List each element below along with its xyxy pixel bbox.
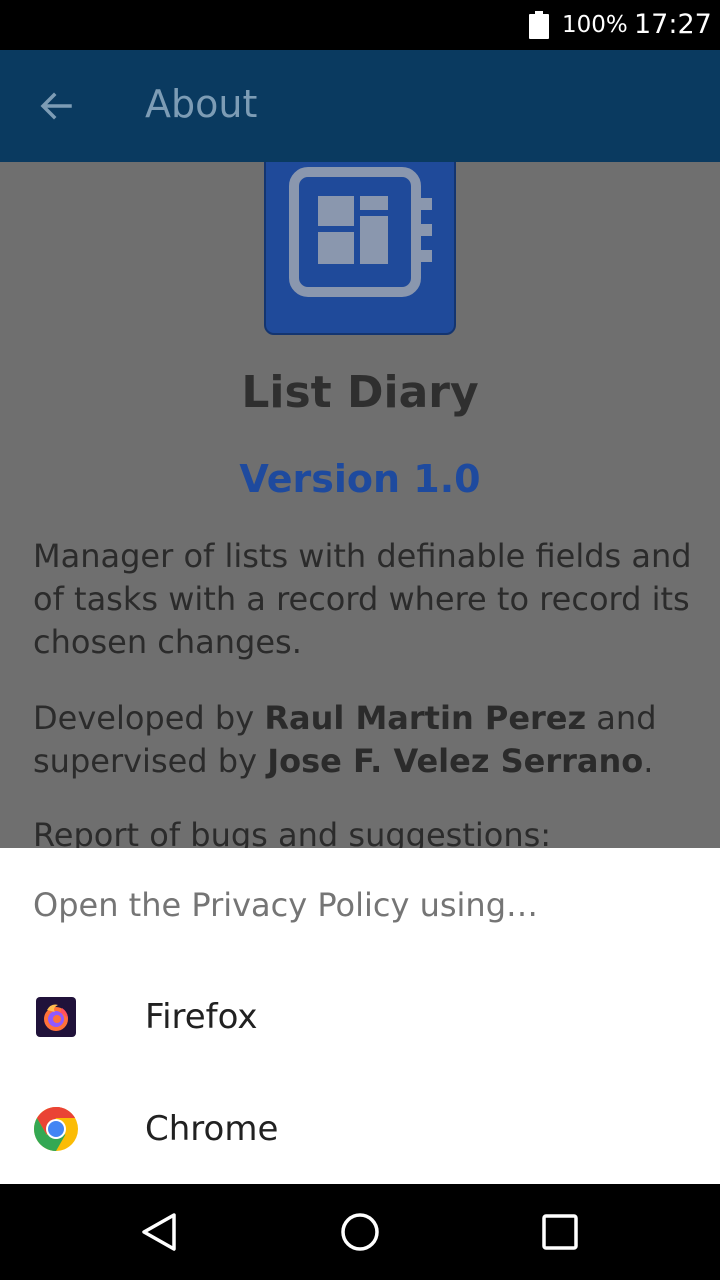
battery-icon bbox=[529, 11, 549, 39]
firefox-icon bbox=[36, 997, 76, 1037]
supervisor-name: Jose F. Velez Serrano bbox=[267, 742, 644, 780]
developer-name: Raul Martin Perez bbox=[264, 699, 587, 737]
app-version: Version 1.0 bbox=[239, 457, 481, 501]
credits-prefix: Developed by bbox=[33, 699, 265, 737]
status-bar: 100% 17:27 bbox=[0, 0, 720, 50]
chrome-icon bbox=[34, 1107, 78, 1151]
app-bar: About bbox=[0, 50, 720, 162]
back-triangle-icon[interactable] bbox=[138, 1210, 182, 1254]
credits-suffix: . bbox=[643, 742, 654, 780]
page-title: About bbox=[145, 82, 258, 126]
app-chooser-sheet: Open the Privacy Policy using… Firefox C… bbox=[0, 848, 720, 1184]
navigation-bar bbox=[0, 1184, 720, 1280]
chooser-item-firefox[interactable]: Firefox bbox=[0, 961, 720, 1073]
back-arrow-icon[interactable] bbox=[36, 86, 76, 126]
app-description: Manager of lists with definable fields a… bbox=[33, 537, 692, 661]
notebook-grid-icon bbox=[289, 167, 432, 297]
clock: 17:27 bbox=[634, 9, 712, 40]
chooser-item-chrome[interactable]: Chrome bbox=[0, 1073, 720, 1185]
chrome-label: Chrome bbox=[145, 1109, 279, 1149]
app-logo bbox=[264, 162, 456, 335]
recents-square-icon[interactable] bbox=[538, 1210, 582, 1254]
firefox-label: Firefox bbox=[145, 997, 258, 1037]
app-name: List Diary bbox=[241, 367, 479, 418]
chooser-title: Open the Privacy Policy using… bbox=[33, 886, 539, 924]
battery-percentage: 100% bbox=[562, 12, 628, 38]
developer-credits: Developed by Raul Martin Perez and super… bbox=[33, 697, 713, 783]
about-content: List Diary Version 1.0 Manager of lists … bbox=[0, 162, 720, 848]
home-circle-icon[interactable] bbox=[338, 1210, 382, 1254]
report-bugs-text: Report of bugs and suggestions: bbox=[33, 816, 552, 848]
